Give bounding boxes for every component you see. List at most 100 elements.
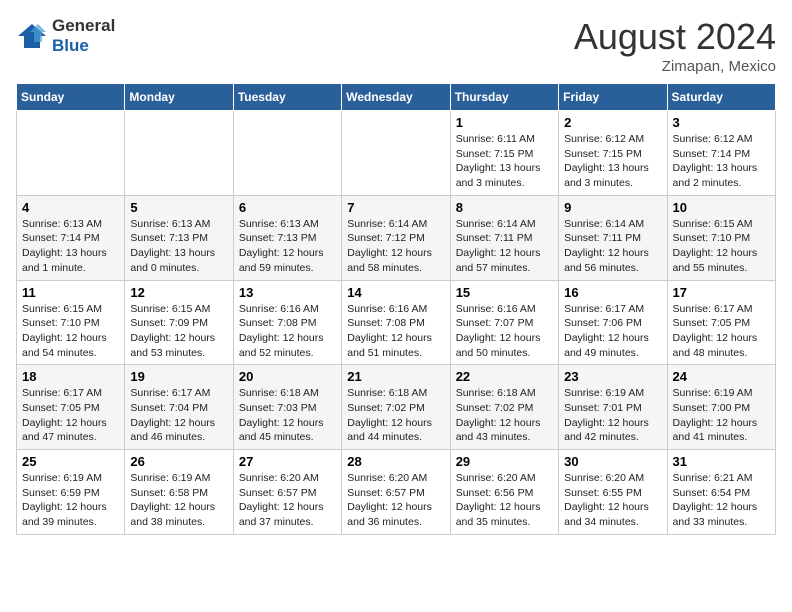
day-number: 14: [347, 285, 444, 300]
calendar-cell: 20 Sunrise: 6:18 AM Sunset: 7:03 PM Dayli…: [233, 365, 341, 450]
day-info: Sunrise: 6:17 AM Sunset: 7:04 PM Dayligh…: [130, 386, 227, 445]
day-number: 21: [347, 369, 444, 384]
day-number: 4: [22, 200, 119, 215]
calendar-cell: 29Sunrise: 6:20 AM Sunset: 6:56 PM Dayli…: [450, 450, 558, 535]
calendar-cell: 8Sunrise: 6:14 AM Sunset: 7:11 PM Daylig…: [450, 195, 558, 280]
calendar-cell: [125, 111, 233, 196]
logo-general: General: [52, 16, 115, 35]
day-info: Sunrise: 6:17 AM Sunset: 7:05 PM Dayligh…: [22, 386, 119, 445]
calendar-cell: 23 Sunrise: 6:19 AM Sunset: 7:01 PM Dayli…: [559, 365, 667, 450]
calendar-cell: 10Sunrise: 6:15 AM Sunset: 7:10 PM Dayli…: [667, 195, 775, 280]
day-info: Sunrise: 6:19 AM Sunset: 7:00 PM Dayligh…: [673, 386, 770, 445]
calendar-cell: 4 Sunrise: 6:13 AM Sunset: 7:14 PM Daylig…: [17, 195, 125, 280]
day-number: 18: [22, 369, 119, 384]
day-info: Sunrise: 6:21 AM Sunset: 6:54 PM Dayligh…: [673, 471, 770, 530]
day-info: Sunrise: 6:13 AM Sunset: 7:13 PM Dayligh…: [130, 217, 227, 276]
calendar-week-row: 4 Sunrise: 6:13 AM Sunset: 7:14 PM Daylig…: [17, 195, 776, 280]
calendar-cell: 27Sunrise: 6:20 AM Sunset: 6:57 PM Dayli…: [233, 450, 341, 535]
title-area: August 2024 Zimapan, Mexico: [574, 16, 776, 75]
logo-blue: Blue: [52, 36, 89, 55]
calendar-cell: 5 Sunrise: 6:13 AM Sunset: 7:13 PM Daylig…: [125, 195, 233, 280]
day-info: Sunrise: 6:15 AM Sunset: 7:10 PM Dayligh…: [22, 302, 119, 361]
calendar-week-row: 1 Sunrise: 6:11 AM Sunset: 7:15 PM Daylig…: [17, 111, 776, 196]
day-number: 11: [22, 285, 119, 300]
day-number: 2: [564, 115, 661, 130]
month-year-title: August 2024: [574, 16, 776, 58]
calendar-cell: 3 Sunrise: 6:12 AM Sunset: 7:14 PM Daylig…: [667, 111, 775, 196]
day-number: 31: [673, 454, 770, 469]
day-info: Sunrise: 6:19 AM Sunset: 7:01 PM Dayligh…: [564, 386, 661, 445]
day-info: Sunrise: 6:17 AM Sunset: 7:06 PM Dayligh…: [564, 302, 661, 361]
day-info: Sunrise: 6:12 AM Sunset: 7:14 PM Dayligh…: [673, 132, 770, 191]
day-number: 17: [673, 285, 770, 300]
calendar-body: 1 Sunrise: 6:11 AM Sunset: 7:15 PM Daylig…: [17, 111, 776, 535]
calendar-cell: [233, 111, 341, 196]
day-info: Sunrise: 6:16 AM Sunset: 7:08 PM Dayligh…: [347, 302, 444, 361]
day-number: 12: [130, 285, 227, 300]
day-info: Sunrise: 6:13 AM Sunset: 7:14 PM Dayligh…: [22, 217, 119, 276]
calendar-cell: 22 Sunrise: 6:18 AM Sunset: 7:02 PM Dayli…: [450, 365, 558, 450]
location-subtitle: Zimapan, Mexico: [574, 58, 776, 75]
logo-icon: [16, 22, 48, 50]
calendar-cell: 26Sunrise: 6:19 AM Sunset: 6:58 PM Dayli…: [125, 450, 233, 535]
calendar-cell: 13 Sunrise: 6:16 AM Sunset: 7:08 PM Dayli…: [233, 280, 341, 365]
day-number: 1: [456, 115, 553, 130]
calendar-cell: 17 Sunrise: 6:17 AM Sunset: 7:05 PM Dayli…: [667, 280, 775, 365]
calendar-header-wednesday: Wednesday: [342, 84, 450, 111]
day-info: Sunrise: 6:14 AM Sunset: 7:12 PM Dayligh…: [347, 217, 444, 276]
calendar-week-row: 25Sunrise: 6:19 AM Sunset: 6:59 PM Dayli…: [17, 450, 776, 535]
logo: General Blue: [16, 16, 115, 56]
day-info: Sunrise: 6:16 AM Sunset: 7:08 PM Dayligh…: [239, 302, 336, 361]
calendar-cell: 18 Sunrise: 6:17 AM Sunset: 7:05 PM Dayli…: [17, 365, 125, 450]
day-number: 30: [564, 454, 661, 469]
day-number: 5: [130, 200, 227, 215]
day-info: Sunrise: 6:19 AM Sunset: 6:59 PM Dayligh…: [22, 471, 119, 530]
day-number: 6: [239, 200, 336, 215]
calendar-cell: 2Sunrise: 6:12 AM Sunset: 7:15 PM Daylig…: [559, 111, 667, 196]
day-number: 15: [456, 285, 553, 300]
calendar-header-friday: Friday: [559, 84, 667, 111]
calendar-header-thursday: Thursday: [450, 84, 558, 111]
day-number: 20: [239, 369, 336, 384]
day-number: 24: [673, 369, 770, 384]
day-number: 3: [673, 115, 770, 130]
day-number: 9: [564, 200, 661, 215]
day-info: Sunrise: 6:16 AM Sunset: 7:07 PM Dayligh…: [456, 302, 553, 361]
day-number: 28: [347, 454, 444, 469]
calendar-cell: 1 Sunrise: 6:11 AM Sunset: 7:15 PM Daylig…: [450, 111, 558, 196]
calendar-cell: 24 Sunrise: 6:19 AM Sunset: 7:00 PM Dayli…: [667, 365, 775, 450]
calendar-cell: 6 Sunrise: 6:13 AM Sunset: 7:13 PM Daylig…: [233, 195, 341, 280]
day-info: Sunrise: 6:17 AM Sunset: 7:05 PM Dayligh…: [673, 302, 770, 361]
calendar-cell: [17, 111, 125, 196]
calendar-cell: 25Sunrise: 6:19 AM Sunset: 6:59 PM Dayli…: [17, 450, 125, 535]
day-number: 22: [456, 369, 553, 384]
day-info: Sunrise: 6:20 AM Sunset: 6:57 PM Dayligh…: [347, 471, 444, 530]
day-info: Sunrise: 6:13 AM Sunset: 7:13 PM Dayligh…: [239, 217, 336, 276]
calendar-header-row: SundayMondayTuesdayWednesdayThursdayFrid…: [17, 84, 776, 111]
day-number: 26: [130, 454, 227, 469]
day-number: 7: [347, 200, 444, 215]
calendar-header-sunday: Sunday: [17, 84, 125, 111]
calendar-cell: 21Sunrise: 6:18 AM Sunset: 7:02 PM Dayli…: [342, 365, 450, 450]
calendar-cell: 15 Sunrise: 6:16 AM Sunset: 7:07 PM Dayli…: [450, 280, 558, 365]
calendar-cell: 28 Sunrise: 6:20 AM Sunset: 6:57 PM Dayli…: [342, 450, 450, 535]
calendar-table: SundayMondayTuesdayWednesdayThursdayFrid…: [16, 83, 776, 535]
day-info: Sunrise: 6:14 AM Sunset: 7:11 PM Dayligh…: [564, 217, 661, 276]
calendar-cell: 12Sunrise: 6:15 AM Sunset: 7:09 PM Dayli…: [125, 280, 233, 365]
day-number: 27: [239, 454, 336, 469]
day-info: Sunrise: 6:18 AM Sunset: 7:03 PM Dayligh…: [239, 386, 336, 445]
calendar-header-tuesday: Tuesday: [233, 84, 341, 111]
calendar-cell: 30Sunrise: 6:20 AM Sunset: 6:55 PM Dayli…: [559, 450, 667, 535]
day-number: 16: [564, 285, 661, 300]
day-number: 13: [239, 285, 336, 300]
calendar-cell: 16 Sunrise: 6:17 AM Sunset: 7:06 PM Dayli…: [559, 280, 667, 365]
day-info: Sunrise: 6:18 AM Sunset: 7:02 PM Dayligh…: [456, 386, 553, 445]
day-info: Sunrise: 6:14 AM Sunset: 7:11 PM Dayligh…: [456, 217, 553, 276]
day-info: Sunrise: 6:11 AM Sunset: 7:15 PM Dayligh…: [456, 132, 553, 191]
day-number: 23: [564, 369, 661, 384]
day-number: 29: [456, 454, 553, 469]
calendar-cell: [342, 111, 450, 196]
calendar-header-saturday: Saturday: [667, 84, 775, 111]
day-number: 19: [130, 369, 227, 384]
day-info: Sunrise: 6:15 AM Sunset: 7:10 PM Dayligh…: [673, 217, 770, 276]
